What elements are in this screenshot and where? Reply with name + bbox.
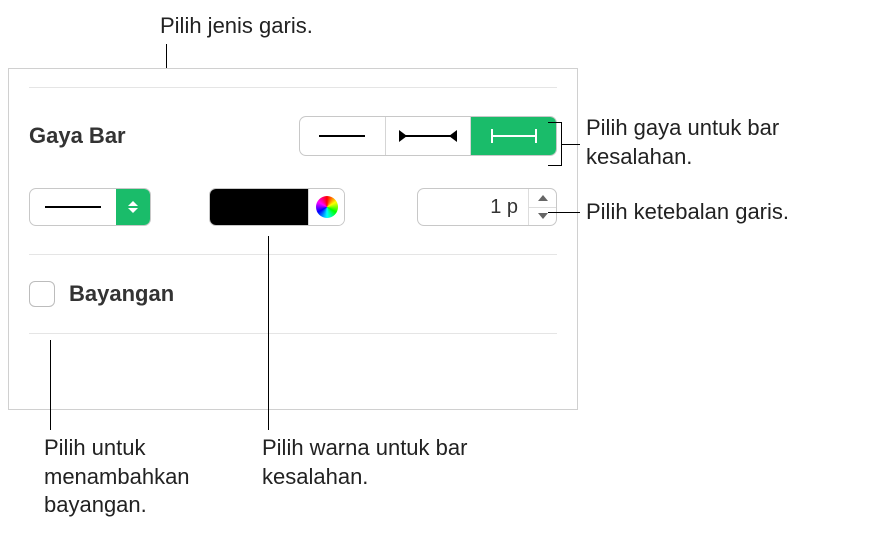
color-wheel-button[interactable]: [308, 189, 344, 225]
callout-line-type: Pilih jenis garis.: [160, 12, 313, 41]
color-wheel-icon: [316, 196, 338, 218]
line-thickness-stepper: 1 p: [417, 188, 557, 226]
callout-leader: [268, 236, 269, 430]
callout-thickness: Pilih ketebalan garis.: [586, 198, 876, 227]
line-thickness-value[interactable]: 1 p: [418, 196, 528, 219]
callout-leader: [562, 144, 580, 145]
callout-color: Pilih warna untuk bar kesalahan.: [262, 434, 482, 491]
format-panel: Gaya Bar: [8, 68, 578, 410]
solid-line-icon: [45, 206, 101, 208]
chevron-down-icon: [538, 213, 548, 219]
bracket: [548, 122, 562, 166]
line-controls-row: 1 p: [9, 174, 577, 254]
bar-style-row: Gaya Bar: [9, 88, 577, 174]
popup-chevrons-icon: [116, 189, 150, 225]
callout-leader: [50, 340, 51, 430]
bar-style-caps[interactable]: [471, 117, 556, 155]
bar-style-segmented: [299, 116, 557, 156]
callout-shadow: Pilih untuk menambahkan bayangan.: [44, 434, 224, 520]
line-type-preview: [30, 206, 116, 208]
line-icon: [319, 135, 365, 137]
stepper-down-button[interactable]: [529, 208, 556, 226]
bar-style-arrows[interactable]: [386, 117, 472, 155]
stepper: [528, 189, 556, 225]
section-label-bar-style: Gaya Bar: [29, 123, 126, 149]
line-color-control: [209, 188, 345, 226]
callout-leader: [548, 212, 580, 213]
line-caps-icon: [491, 135, 537, 137]
shadow-checkbox-label: Bayangan: [69, 281, 174, 307]
line-arrows-icon: [405, 135, 451, 137]
stepper-up-button[interactable]: [529, 189, 556, 208]
callout-bar-style: Pilih gaya untuk bar kesalahan.: [586, 114, 866, 171]
color-swatch[interactable]: [210, 189, 308, 225]
shadow-row: Bayangan: [9, 255, 577, 333]
line-type-popup[interactable]: [29, 188, 151, 226]
shadow-checkbox[interactable]: [29, 281, 55, 307]
chevron-up-icon: [538, 195, 548, 201]
bar-style-plain[interactable]: [300, 117, 386, 155]
